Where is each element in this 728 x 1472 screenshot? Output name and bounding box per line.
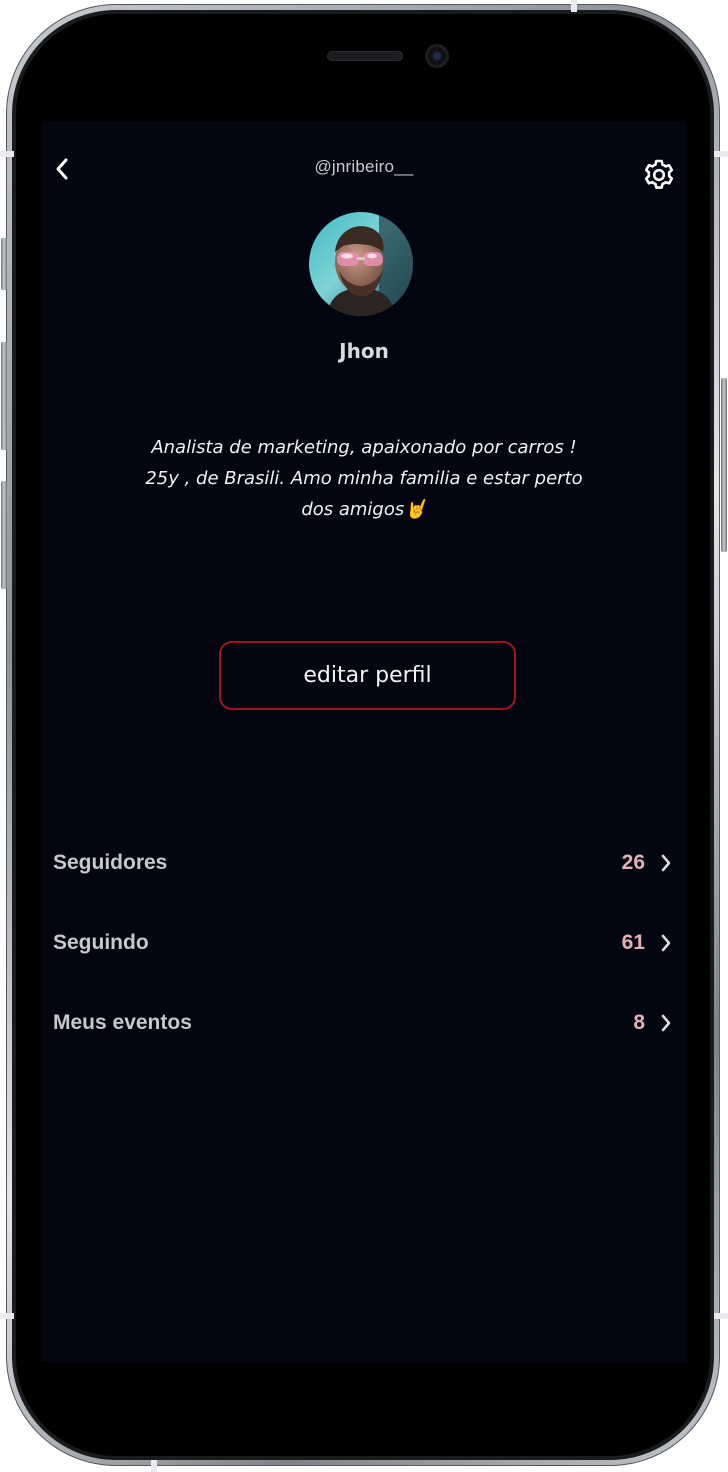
user-avatar [309,212,413,316]
bio-line: dos amigos🤘 [301,499,427,520]
settings-button[interactable] [641,157,677,193]
bio-line: Analista de marketing, apaixonado por ca… [151,437,577,458]
avatar[interactable] [309,212,413,316]
antenna-band [571,0,577,12]
profile-screen: @jnribeiro__ Jhon Analista de marketing,… [41,121,687,1362]
following-count: 61 [621,931,645,954]
profile-username: @jnribeiro__ [314,157,414,176]
followers-row[interactable]: Seguidores 26 [53,841,673,885]
my-events-label: Meus eventos [53,1011,192,1034]
antenna-band [714,1313,728,1319]
chevron-right-icon [659,933,673,953]
volume-down-button [1,481,7,589]
my-events-row[interactable]: Meus eventos 8 [53,1001,673,1045]
edit-profile-button[interactable]: editar perfil [219,641,516,710]
my-events-count: 8 [633,1011,645,1034]
antenna-band [0,1313,14,1319]
followers-label: Seguidores [53,851,168,874]
antenna-band [714,151,728,157]
following-row[interactable]: Seguindo 61 [53,921,673,965]
power-button [721,378,727,552]
profile-name: Jhon [339,339,389,363]
chevron-right-icon [659,853,673,873]
volume-up-button [1,342,7,450]
bio-line: 25y , de Brasili. Amo minha familia e es… [145,468,583,489]
gear-icon [644,159,674,189]
front-camera [425,44,449,68]
antenna-band [0,151,14,157]
profile-bio: Analista de marketing, apaixonado por ca… [101,432,627,525]
followers-count: 26 [621,851,645,874]
antenna-band [151,1460,157,1472]
following-label: Seguindo [53,931,149,954]
chevron-right-icon [659,1013,673,1033]
earpiece-speaker [327,51,403,61]
mute-switch [1,238,7,290]
